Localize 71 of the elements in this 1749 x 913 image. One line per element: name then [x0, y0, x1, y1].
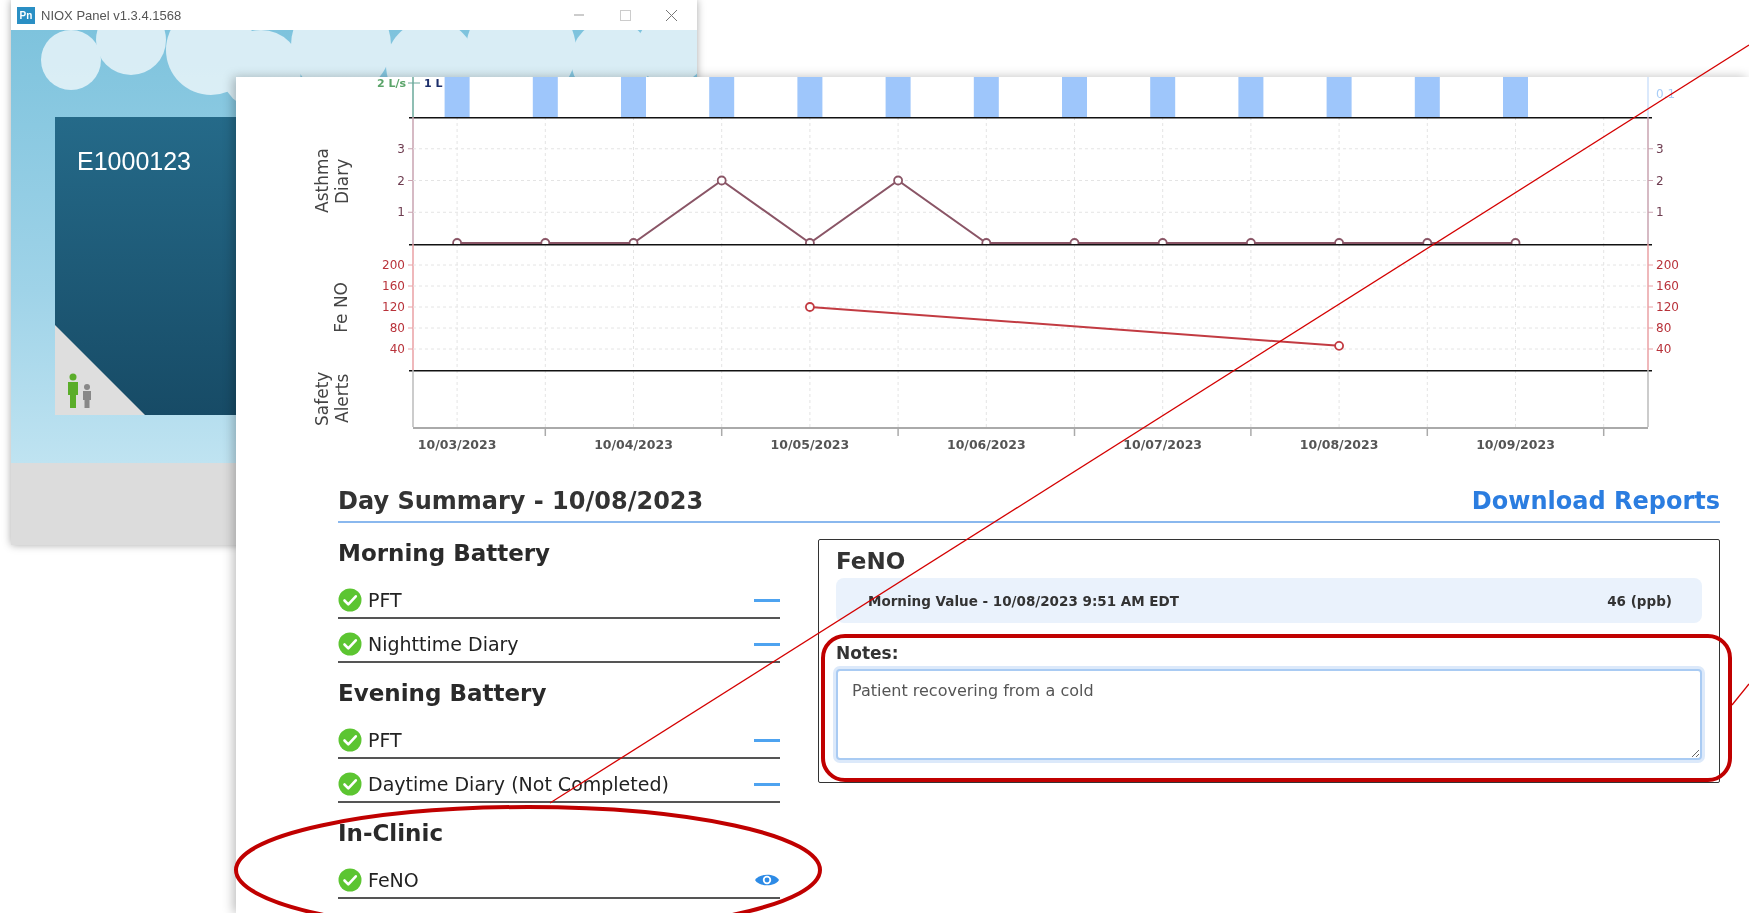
axis-tick-label: 120: [1656, 300, 1679, 314]
data-point: [452, 238, 462, 244]
axis-tick-label: 10/08/2023: [1299, 437, 1379, 452]
data-point: [1510, 238, 1521, 244]
app-icon: Pn: [17, 6, 35, 24]
axis-tick-label: 10/06/2023: [946, 437, 1026, 452]
data-point: [805, 238, 815, 244]
axis-tick-label: 80: [389, 321, 405, 335]
task-row[interactable]: PFT: [338, 715, 780, 759]
data-point: [893, 175, 903, 186]
view-button[interactable]: [754, 873, 780, 887]
axis-tick-label: 120: [382, 300, 405, 314]
axis-tick-label: 10/09/2023: [1476, 437, 1555, 452]
task-label: PFT: [368, 589, 403, 611]
minus-icon: [754, 782, 780, 786]
axis-tick-label: 80: [1656, 321, 1672, 335]
data-point: [1246, 238, 1256, 244]
data-point: [716, 175, 727, 186]
panel-title: Fe NO: [332, 281, 352, 333]
axis-tick-label: 160: [1656, 279, 1679, 293]
axis-tick-label: 40: [1656, 342, 1672, 356]
group-title: Evening Battery: [338, 679, 548, 708]
task-label: FeNO: [368, 869, 420, 891]
axis-tick-label: 1: [397, 205, 405, 220]
eye-icon: [754, 872, 780, 888]
group-title: In-Clinic: [338, 819, 445, 848]
data-point: [1422, 238, 1433, 244]
window-title: NIOX Panel v1.3.4.1568: [41, 7, 183, 23]
minus-icon: [754, 598, 780, 602]
data-point: [540, 238, 551, 244]
reading-label: Morning Value - 10/08/2023 9:51 AM EDT: [868, 592, 1179, 609]
axis-tick-label: 200: [382, 258, 405, 272]
axis-tick-label: 3: [397, 141, 405, 156]
data-point: [981, 238, 992, 244]
download-reports-link[interactable]: Download Reports: [1471, 487, 1720, 515]
axis-tick-label: 10/04/2023: [594, 437, 673, 452]
axis-label: 1 L: [424, 77, 443, 90]
data-point: [1069, 238, 1080, 244]
data-point: [805, 302, 815, 312]
task-row[interactable]: FeNO: [338, 855, 780, 899]
axis-tick-label: 1: [1656, 205, 1664, 220]
axis-tick-label: 200: [1656, 258, 1679, 272]
reading-value: 46 (ppb): [1607, 592, 1672, 609]
panel-title: Asthma Diary: [312, 147, 352, 215]
task-row[interactable]: Nighttime Diary: [338, 619, 780, 663]
task-label: Nighttime Diary: [368, 633, 520, 655]
card-title: FeNO: [836, 547, 907, 576]
panel-title: Safety Alerts: [312, 370, 352, 427]
axis-tick-label: 3: [1656, 141, 1664, 156]
group-title: Morning Battery: [338, 539, 552, 568]
axis-label: 0.1: [1656, 87, 1676, 101]
axis-tick-label: 10/07/2023: [1123, 437, 1203, 452]
axis-tick-label: 2: [397, 173, 405, 188]
axis-tick-label: 10/05/2023: [770, 437, 850, 452]
section-title: Day Summary - 10/08/2023: [338, 487, 704, 515]
data-point: [1334, 238, 1344, 244]
task-label: PFT: [368, 729, 403, 751]
axis-tick-label: 10/03/2023: [417, 437, 497, 452]
axis-tick-label: 160: [382, 279, 405, 293]
axis-label: 2 L/s: [376, 77, 406, 90]
minus-icon: [754, 738, 780, 742]
notes-field[interactable]: Patient recovering from a cold: [836, 669, 1702, 760]
axis-tick-label: 2: [1656, 173, 1664, 188]
people-icon: [68, 373, 91, 408]
minus-icon: [754, 642, 780, 646]
axis-tick-label: 40: [389, 342, 405, 356]
data-point: [1334, 340, 1344, 351]
notes-label: Notes:: [836, 643, 900, 663]
task-row[interactable]: PFT: [338, 575, 780, 619]
data-point: [628, 238, 639, 244]
data-point: [1157, 238, 1168, 244]
